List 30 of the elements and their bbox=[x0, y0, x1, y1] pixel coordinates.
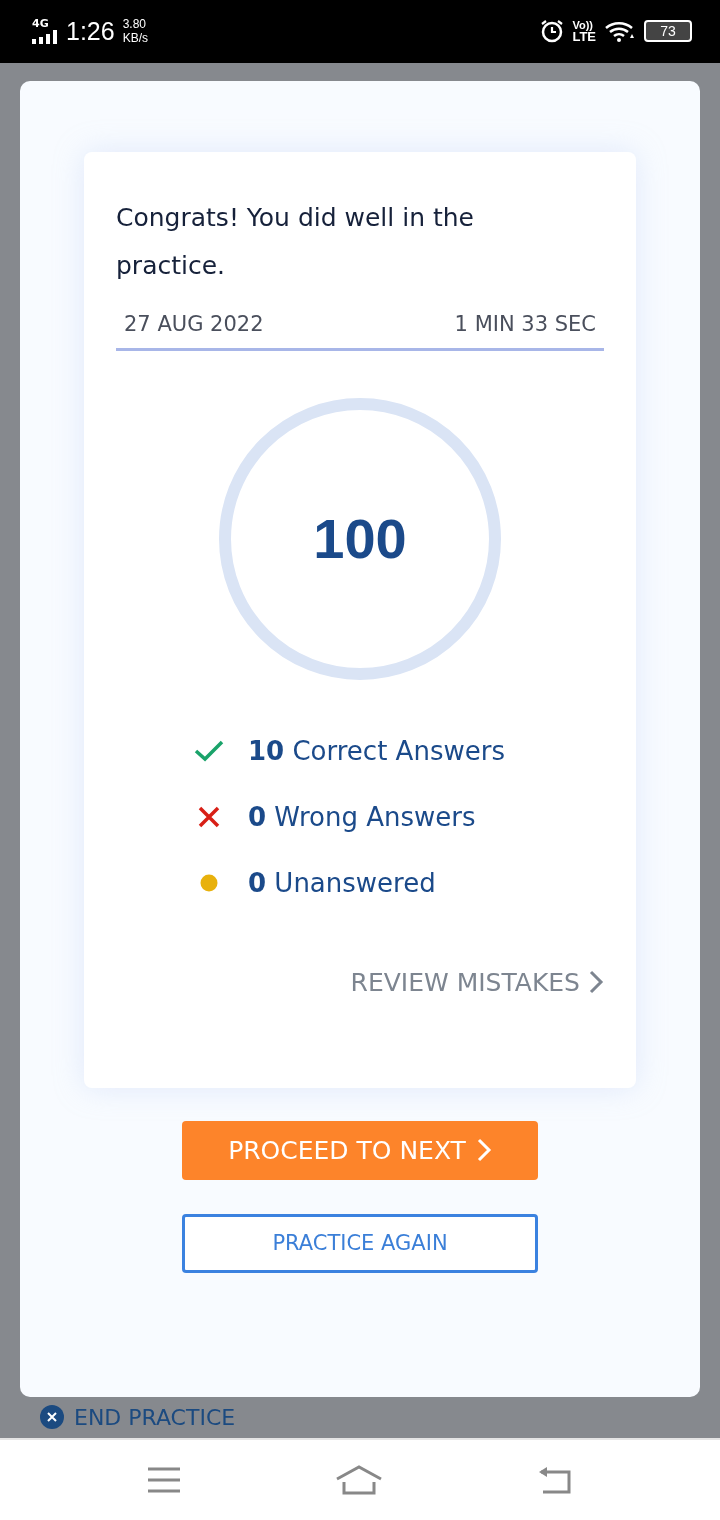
speed-unit: KB/s bbox=[122, 31, 148, 46]
home-icon[interactable] bbox=[335, 1464, 383, 1495]
practice-duration: 1 MIN 33 SEC bbox=[454, 311, 596, 336]
score: 100 bbox=[313, 506, 407, 572]
congrats-message: Congrats! You did well in the practice. bbox=[116, 201, 475, 282]
clock: 1:26 bbox=[66, 16, 115, 46]
chevron-icon bbox=[588, 970, 604, 995]
cross-icon bbox=[198, 805, 220, 828]
stat-text: 0 Unanswered bbox=[248, 867, 436, 898]
menu-icon[interactable] bbox=[147, 1466, 181, 1493]
end-practice-link[interactable]: END PRACTICE bbox=[74, 1404, 236, 1430]
check-icon bbox=[194, 739, 224, 762]
proceed-button[interactable]: PROCEED TO NEXT bbox=[182, 1120, 538, 1180]
alarm-icon bbox=[540, 19, 565, 44]
lte-label: LTE bbox=[572, 31, 596, 44]
wifi-icon bbox=[604, 20, 636, 43]
review-mistakes-link[interactable]: REVIEW MISTAKES bbox=[350, 967, 604, 997]
speed-value: 3.80 bbox=[122, 17, 148, 32]
dot-icon bbox=[200, 873, 218, 892]
practice-date: 27 AUG 2022 bbox=[124, 311, 264, 336]
volte-label: Vo)) bbox=[572, 19, 594, 32]
close-icon bbox=[40, 1405, 64, 1430]
chevron-icon bbox=[475, 1138, 492, 1163]
stat-text: 10 Correct Answers bbox=[248, 735, 505, 766]
stat-text: 0 Wrong Answers bbox=[248, 801, 476, 832]
back-icon[interactable] bbox=[537, 1465, 573, 1494]
network-type: 4G bbox=[32, 18, 49, 30]
battery-level: 73 bbox=[660, 23, 676, 40]
signal-icon bbox=[32, 30, 58, 45]
practice-again-button[interactable]: PRACTICE AGAIN bbox=[182, 1213, 538, 1273]
